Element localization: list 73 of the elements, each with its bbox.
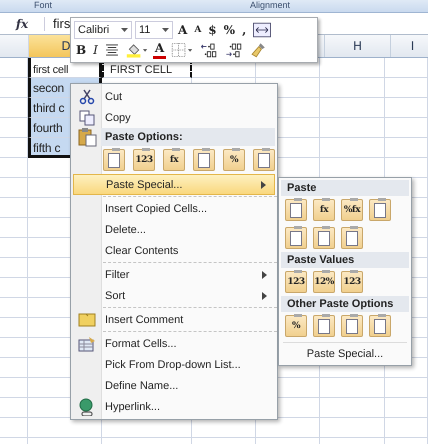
wrap-text-icon[interactable] (252, 22, 272, 38)
clipboard-icon (77, 127, 97, 147)
paste-option-button[interactable] (285, 199, 307, 221)
paste-option-button[interactable]: fx (163, 149, 185, 171)
toolbar-button[interactable]: A (152, 41, 166, 59)
paste-option-button[interactable]: 123 (341, 271, 363, 293)
paste-option-button[interactable]: 12% (313, 271, 335, 293)
toolbar-button[interactable]: A (192, 20, 204, 38)
cell-text: fifth c (33, 141, 60, 155)
paste-option-button[interactable] (313, 227, 335, 249)
menu-item[interactable]: Paste Special... (73, 174, 275, 195)
ribbon-group-label: Font (34, 0, 52, 11)
format-cells-icon (78, 336, 96, 352)
section-header: Other Paste Options (281, 296, 409, 312)
align-center-icon[interactable] (104, 43, 120, 57)
section-header: Paste Values (281, 252, 409, 268)
paste-option-button[interactable] (313, 315, 335, 337)
menu-item[interactable]: Hyperlink... (73, 396, 275, 417)
menu-item[interactable]: Clear Contents (73, 240, 275, 261)
menu-item[interactable]: Format Cells... (73, 333, 275, 354)
paste-option-button[interactable] (341, 315, 363, 337)
cell-text: FIRST CELL (110, 64, 172, 76)
borders-icon[interactable] (171, 42, 194, 58)
section-header: Paste Options: (101, 128, 275, 146)
menu-item[interactable]: Delete... (73, 219, 275, 240)
toolbar-button[interactable]: , (240, 20, 248, 38)
menu-item[interactable]: Sort (73, 285, 275, 306)
toolbar-button[interactable]: $ (206, 20, 219, 38)
cell-text: fourth (33, 121, 62, 135)
toolbar-button[interactable]: B (74, 41, 88, 59)
menu-item[interactable]: Paste Special... (299, 345, 391, 363)
scissors-icon (79, 88, 95, 104)
paste-option-button[interactable]: % (223, 149, 245, 171)
menu-item[interactable]: Filter (73, 264, 275, 285)
paste-option-button[interactable] (103, 149, 125, 171)
cell-text: third c (33, 101, 64, 115)
paste-option-button[interactable] (193, 149, 215, 171)
paste-option-button[interactable]: 123 (285, 271, 307, 293)
copy-icon (79, 110, 95, 126)
menu-item[interactable]: Define Name... (73, 375, 275, 396)
section-header: Paste (281, 180, 409, 196)
toolbar-button[interactable]: I (91, 41, 100, 59)
paste-option-button[interactable]: 123 (133, 149, 155, 171)
menu-item[interactable]: Pick From Drop-down List... (73, 354, 275, 375)
paste-option-button[interactable] (285, 227, 307, 249)
ribbon-group-label: Alignment (250, 0, 290, 11)
cell-text: first cell (33, 64, 68, 76)
paste-option-button[interactable]: fx (313, 199, 335, 221)
menu-item[interactable]: Insert Comment (73, 309, 275, 330)
fill-color-icon[interactable] (126, 42, 148, 58)
function-label[interactable]: fx (0, 16, 45, 30)
paste-option-button[interactable]: % (285, 315, 307, 337)
paste-option-button[interactable]: %fx (341, 199, 363, 221)
paste-option-button[interactable] (369, 199, 391, 221)
caret-icon (121, 28, 128, 32)
decrease-decimal-icon[interactable] (224, 42, 244, 58)
column-header[interactable]: H (325, 35, 391, 57)
cell-text: secon (33, 81, 64, 95)
note-icon (78, 312, 96, 326)
menu-item[interactable]: Insert Copied Cells... (73, 198, 275, 219)
menu-item[interactable]: Cut (73, 86, 275, 107)
formula-value: firs (52, 16, 70, 31)
menu-item[interactable]: Copy (73, 107, 275, 128)
font-dropdown[interactable]: Calibri (74, 20, 132, 38)
column-header[interactable]: I (391, 35, 428, 57)
paste-option-button[interactable] (253, 149, 275, 171)
size-dropdown[interactable]: 11 (135, 20, 173, 38)
caret-icon (162, 28, 169, 32)
paste-option-button[interactable] (341, 227, 363, 249)
toolbar-button[interactable]: % (222, 20, 238, 38)
paste-option-button[interactable] (369, 315, 391, 337)
increase-decimal-icon[interactable] (200, 42, 219, 58)
toolbar-button[interactable]: A (176, 20, 190, 38)
